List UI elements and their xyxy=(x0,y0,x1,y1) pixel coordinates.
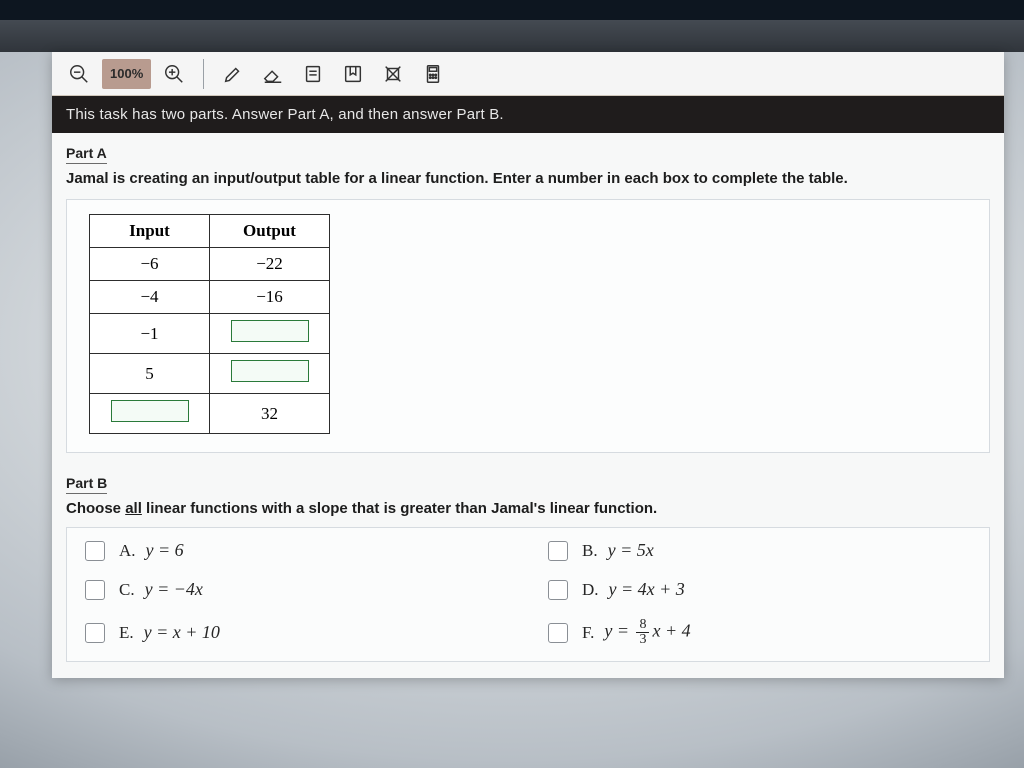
part-b-prompt-post: linear functions with a slope that is gr… xyxy=(142,500,657,517)
io-cell-output: 32 xyxy=(210,394,330,434)
part-b-prompt-underlined: all xyxy=(125,500,142,517)
notepad-icon[interactable] xyxy=(296,57,330,91)
answer-input-box[interactable] xyxy=(111,400,189,422)
choice-label: E. y = x + 10 xyxy=(119,622,220,643)
choice-letter: B. xyxy=(582,541,598,561)
checkbox[interactable] xyxy=(85,580,105,600)
part-b-prompt: Choose all linear functions with a slope… xyxy=(66,500,990,517)
choice-f-pre: y = xyxy=(604,621,633,641)
fraction-denominator: 3 xyxy=(636,633,649,647)
table-row: 5 xyxy=(90,354,330,394)
checkbox[interactable] xyxy=(85,623,105,643)
choice-e[interactable]: E. y = x + 10 xyxy=(85,618,508,647)
choice-letter: D. xyxy=(582,580,599,600)
checkbox[interactable] xyxy=(548,623,568,643)
io-cell-output: −22 xyxy=(210,248,330,281)
io-cell-output: −16 xyxy=(210,281,330,314)
part-a-section: Part A Jamal is creating an input/output… xyxy=(66,145,990,453)
part-a-prompt: Jamal is creating an input/output table … xyxy=(66,170,990,187)
choice-d[interactable]: D. y = 4x + 3 xyxy=(548,579,971,600)
io-cell-input: −6 xyxy=(90,248,210,281)
io-cell-input-blank xyxy=(90,394,210,434)
page-container: 100% This task has two parts. Answer Par… xyxy=(52,52,1004,678)
bookmark-icon[interactable] xyxy=(336,57,370,91)
io-cell-input: −1 xyxy=(90,314,210,354)
part-a-panel: Input Output −6 −22 −4 −16 −1 xyxy=(66,199,990,453)
choice-label: A. y = 6 xyxy=(119,540,184,561)
choice-math: y = 83x + 4 xyxy=(604,618,690,647)
zoom-in-button[interactable] xyxy=(157,57,191,91)
window-chrome-gap xyxy=(0,20,1024,52)
choice-math: y = −4x xyxy=(145,579,203,600)
calculator-icon[interactable] xyxy=(416,57,450,91)
instruction-bar: This task has two parts. Answer Part A, … xyxy=(52,96,1004,133)
choice-label: B. y = 5x xyxy=(582,540,654,561)
choice-label: C. y = −4x xyxy=(119,579,203,600)
choice-f[interactable]: F. y = 83x + 4 xyxy=(548,618,971,647)
choice-letter: E. xyxy=(119,623,134,643)
choice-letter: A. xyxy=(119,541,136,561)
choice-b[interactable]: B. y = 5x xyxy=(548,540,971,561)
choice-math: y = 5x xyxy=(608,540,654,561)
choice-label: F. y = 83x + 4 xyxy=(582,618,691,647)
table-row: −4 −16 xyxy=(90,281,330,314)
content-area: Part A Jamal is creating an input/output… xyxy=(52,133,1004,678)
io-header-output: Output xyxy=(210,215,330,248)
choice-math: y = x + 10 xyxy=(144,622,220,643)
table-row: −6 −22 xyxy=(90,248,330,281)
highlighter-icon[interactable] xyxy=(216,57,250,91)
table-row: −1 xyxy=(90,314,330,354)
part-a-heading: Part A xyxy=(66,145,107,164)
choice-letter: F. xyxy=(582,623,594,643)
fraction: 83 xyxy=(636,618,649,647)
choice-letter: C. xyxy=(119,580,135,600)
choices-grid: A. y = 6 B. y = 5x C. y = −4x xyxy=(66,527,990,662)
choice-math: y = 6 xyxy=(146,540,184,561)
choice-math: y = 4x + 3 xyxy=(609,579,685,600)
io-cell-output-blank xyxy=(210,354,330,394)
part-b-prompt-pre: Choose xyxy=(66,500,125,517)
zoom-percent-label: 100% xyxy=(102,59,151,89)
answer-input-box[interactable] xyxy=(231,360,309,382)
io-cell-input: −4 xyxy=(90,281,210,314)
choice-label: D. y = 4x + 3 xyxy=(582,579,685,600)
checkbox[interactable] xyxy=(548,541,568,561)
io-cell-input: 5 xyxy=(90,354,210,394)
checkbox[interactable] xyxy=(85,541,105,561)
zoom-out-button[interactable] xyxy=(62,57,96,91)
checkbox[interactable] xyxy=(548,580,568,600)
io-header-input: Input xyxy=(90,215,210,248)
toolbar: 100% xyxy=(52,52,1004,96)
io-cell-output-blank xyxy=(210,314,330,354)
fraction-numerator: 8 xyxy=(636,618,649,633)
strikeout-icon[interactable] xyxy=(376,57,410,91)
io-table: Input Output −6 −22 −4 −16 −1 xyxy=(89,214,330,434)
part-b-heading: Part B xyxy=(66,475,107,494)
choice-f-post: x + 4 xyxy=(652,621,690,641)
choice-c[interactable]: C. y = −4x xyxy=(85,579,508,600)
answer-input-box[interactable] xyxy=(231,320,309,342)
window-top-strip xyxy=(0,0,1024,20)
choice-a[interactable]: A. y = 6 xyxy=(85,540,508,561)
part-b-section: Part B Choose all linear functions with … xyxy=(66,475,990,662)
toolbar-separator xyxy=(203,59,204,89)
eraser-icon[interactable] xyxy=(256,57,290,91)
table-row: 32 xyxy=(90,394,330,434)
